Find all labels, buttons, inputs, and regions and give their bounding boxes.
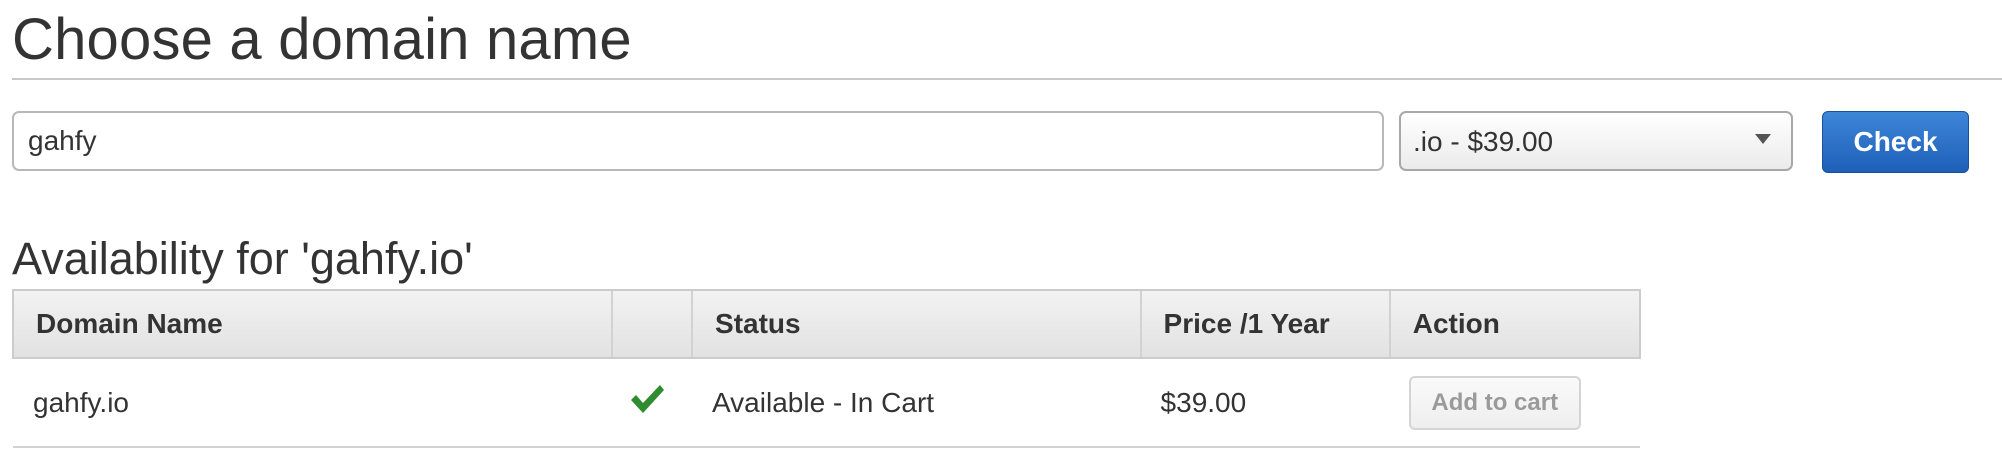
- column-header-price: Price /1 Year: [1139, 289, 1390, 359]
- cell-status: Available - In Cart: [692, 358, 1141, 448]
- tld-select[interactable]: .io - $39.00: [1399, 111, 1793, 171]
- domain-name-input[interactable]: [12, 111, 1384, 171]
- add-to-cart-button[interactable]: Add to cart: [1408, 375, 1581, 430]
- title-divider: [12, 78, 2002, 80]
- chevron-down-icon: [1755, 134, 1771, 144]
- cell-action: Add to cart: [1389, 358, 1640, 448]
- availability-title: Availability for 'gahfy.io': [12, 233, 473, 284]
- cell-availability: [612, 358, 693, 448]
- check-button[interactable]: Check: [1822, 111, 1969, 173]
- column-header-action: Action: [1388, 289, 1642, 359]
- cell-price: $39.00: [1140, 358, 1390, 448]
- column-header-domain-name: Domain Name: [11, 289, 613, 359]
- column-header-availability-icon: [611, 289, 693, 359]
- page-title: Choose a domain name: [12, 7, 632, 72]
- column-header-status: Status: [691, 289, 1141, 359]
- table-header-row: Domain Name Status Price /1 Year Action: [11, 289, 1642, 359]
- cell-domain-name: gahfy.io: [13, 358, 613, 448]
- table-row: gahfy.io Available - In Cart $39.00 Add …: [13, 358, 1640, 448]
- check-icon: [628, 382, 666, 423]
- tld-select-value: .io - $39.00: [1413, 126, 1554, 157]
- availability-table: Domain Name Status Price /1 Year Action …: [11, 289, 1642, 448]
